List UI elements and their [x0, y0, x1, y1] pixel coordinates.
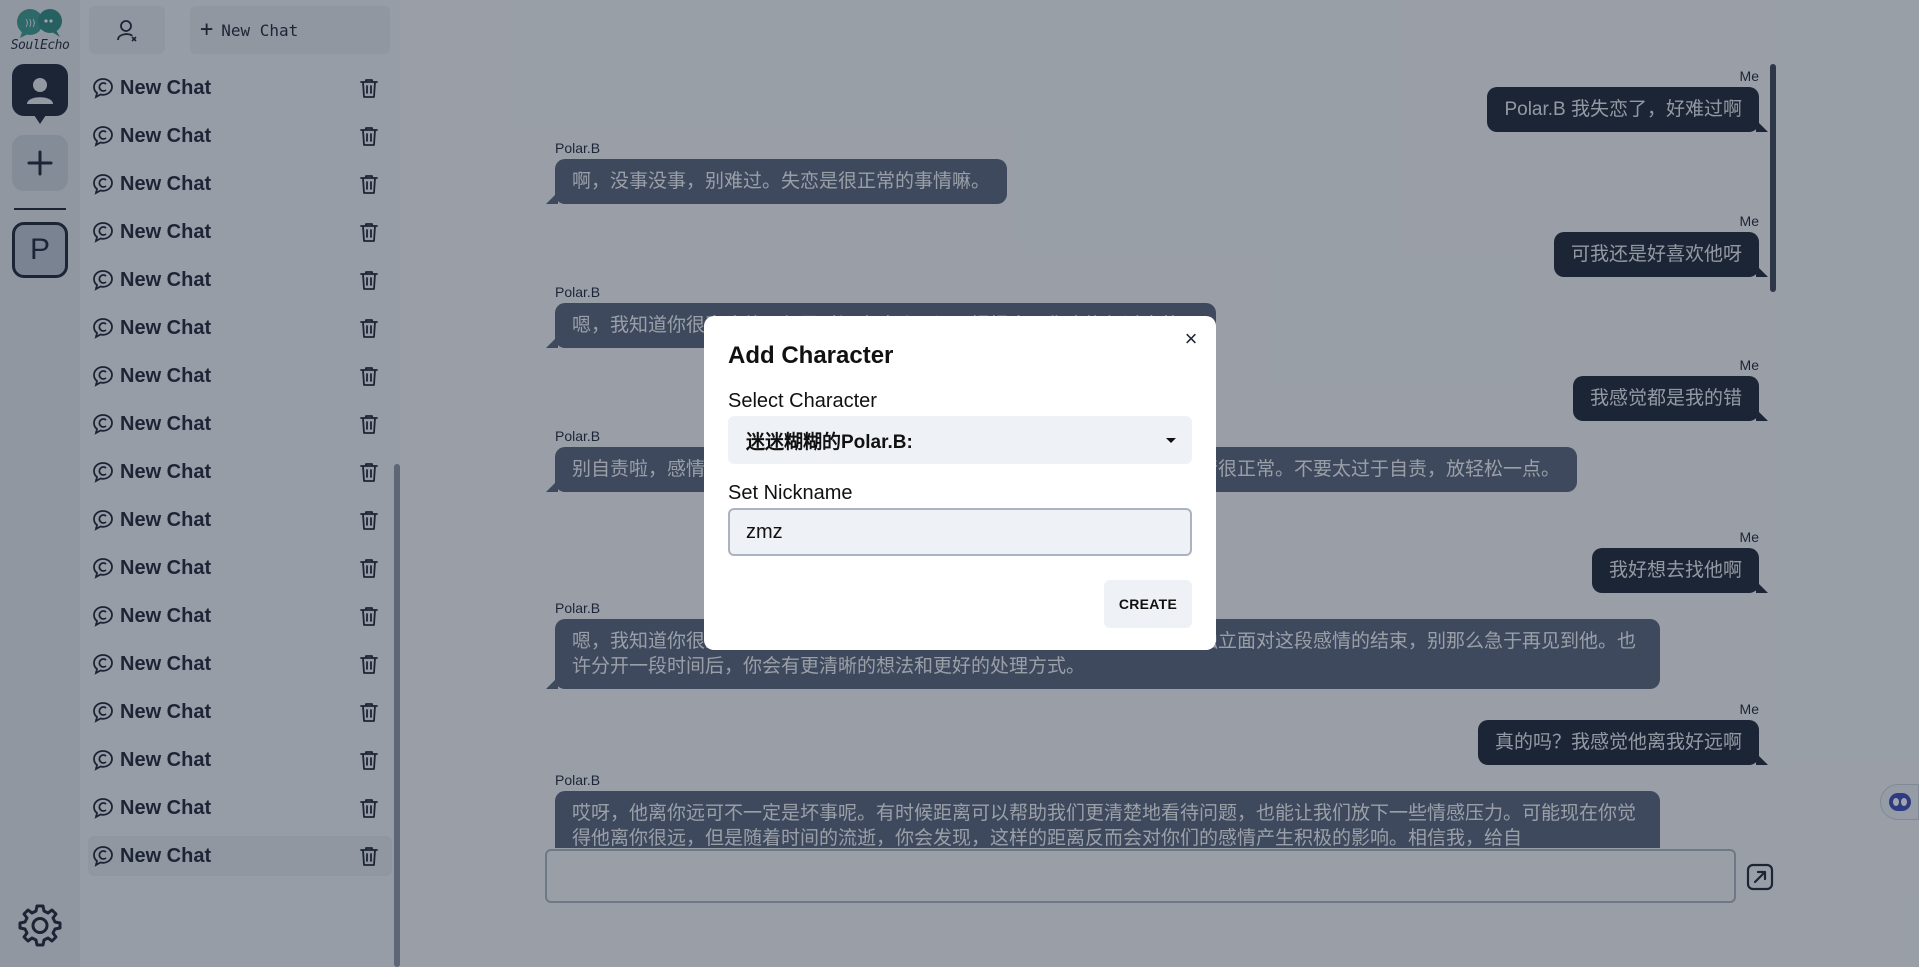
create-button[interactable]: CREATE: [1104, 580, 1192, 628]
select-character-label: Select Character: [728, 390, 877, 412]
dialog-title: Add Character: [728, 342, 894, 369]
nickname-input[interactable]: [728, 508, 1192, 556]
character-select[interactable]: 迷迷糊糊的Polar.B:: [728, 416, 1192, 464]
character-select-value: 迷迷糊糊的Polar.B:: [746, 431, 913, 453]
dropdown-caret-icon: [1166, 438, 1176, 443]
close-icon[interactable]: ×: [1180, 328, 1202, 350]
nickname-label: Set Nickname: [728, 482, 853, 504]
add-character-dialog: × Add Character Select Character 迷迷糊糊的Po…: [704, 316, 1216, 650]
